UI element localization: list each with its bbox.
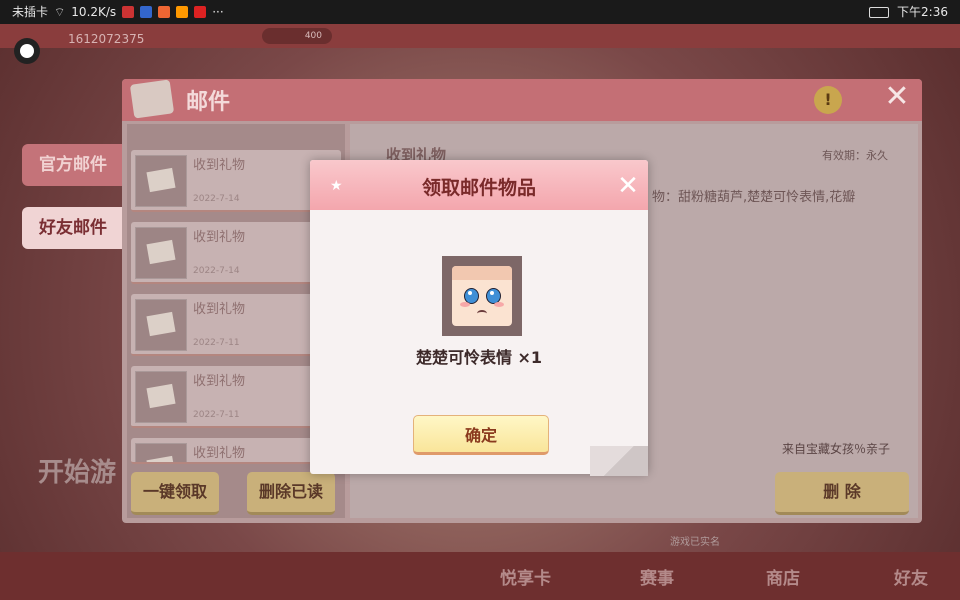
clock: 下午2:36 [897, 5, 948, 19]
info-icon[interactable]: ! [814, 86, 842, 114]
claim-all-button[interactable]: 一键领取 [131, 472, 219, 515]
coin-counter[interactable]: 400 [262, 28, 332, 44]
confirm-button[interactable]: 确定 [413, 415, 549, 455]
nav-friends[interactable]: 好友 [894, 564, 928, 589]
battery-icon [869, 6, 890, 18]
start-game-text: 开始游 [38, 458, 117, 488]
delete-button[interactable]: 删 除 [775, 472, 909, 515]
nav-events[interactable]: 赛事 [640, 564, 674, 589]
envelope-icon [135, 155, 187, 207]
app-notification-icon [158, 6, 171, 18]
tab-friend-mail[interactable]: 好友邮件 [22, 207, 124, 249]
mail-title: 邮件 [186, 90, 231, 115]
nav-pass-card[interactable]: 悦享卡 [500, 564, 551, 589]
bottom-nav-bar [0, 552, 960, 600]
delete-read-button[interactable]: 删除已读 [247, 472, 335, 515]
mail-date: 2022-7-11 [193, 410, 240, 420]
carrier-text: 未插卡 [12, 5, 49, 19]
player-id: 1612072375 [68, 32, 145, 46]
status-bar: 未插卡 ⌔ 10.2K/s ··· 下午2:36 [0, 0, 960, 24]
envelope-icon [135, 227, 187, 279]
mail-subject: 收到礼物 [193, 230, 246, 245]
envelope-icon [135, 371, 187, 423]
close-icon[interactable]: ✕ [614, 172, 642, 200]
screen-record-button[interactable] [14, 38, 40, 64]
mail-subject: 收到礼物 [193, 158, 246, 173]
mail-date: 2022-7-14 [193, 194, 240, 204]
item-name: 楚楚可怜表情 ×1 [415, 348, 543, 367]
more-notifications-icon: ··· [212, 5, 224, 19]
app-notification-icon [140, 6, 153, 18]
close-icon[interactable]: ✕ [882, 82, 912, 112]
detail-sender: 来自宝藏女孩％亲子 [782, 442, 891, 456]
pitiful-expression-icon [452, 266, 512, 326]
nav-shop[interactable]: 商店 [766, 564, 800, 589]
network-speed: 10.2K/s [71, 5, 117, 19]
mail-subject: 收到礼物 [193, 446, 246, 461]
app-notification-icon [194, 6, 207, 18]
detail-validity: 有效期：永久 [822, 149, 888, 162]
signal-icon: ⌔ [54, 5, 66, 19]
mail-header [122, 79, 922, 121]
envelope-icon [135, 443, 187, 462]
app-notification-icon [122, 6, 135, 18]
envelope-icon [135, 299, 187, 351]
envelope-icon [129, 79, 175, 119]
mail-date: 2022-7-11 [193, 338, 240, 348]
tab-official-mail[interactable]: 官方邮件 [22, 144, 124, 186]
real-name-note: 游戏已实名 [670, 537, 720, 548]
app-notification-icon [176, 6, 189, 18]
dialog-title: 领取邮件物品 [421, 177, 536, 199]
mail-subject: 收到礼物 [193, 302, 246, 317]
mail-subject: 收到礼物 [193, 374, 246, 389]
page-curl-decoration [590, 446, 648, 476]
mail-date: 2022-7-14 [193, 266, 240, 276]
detail-body: 物：甜粉糖葫芦,楚楚可怜表情,花瓣 [652, 190, 856, 205]
